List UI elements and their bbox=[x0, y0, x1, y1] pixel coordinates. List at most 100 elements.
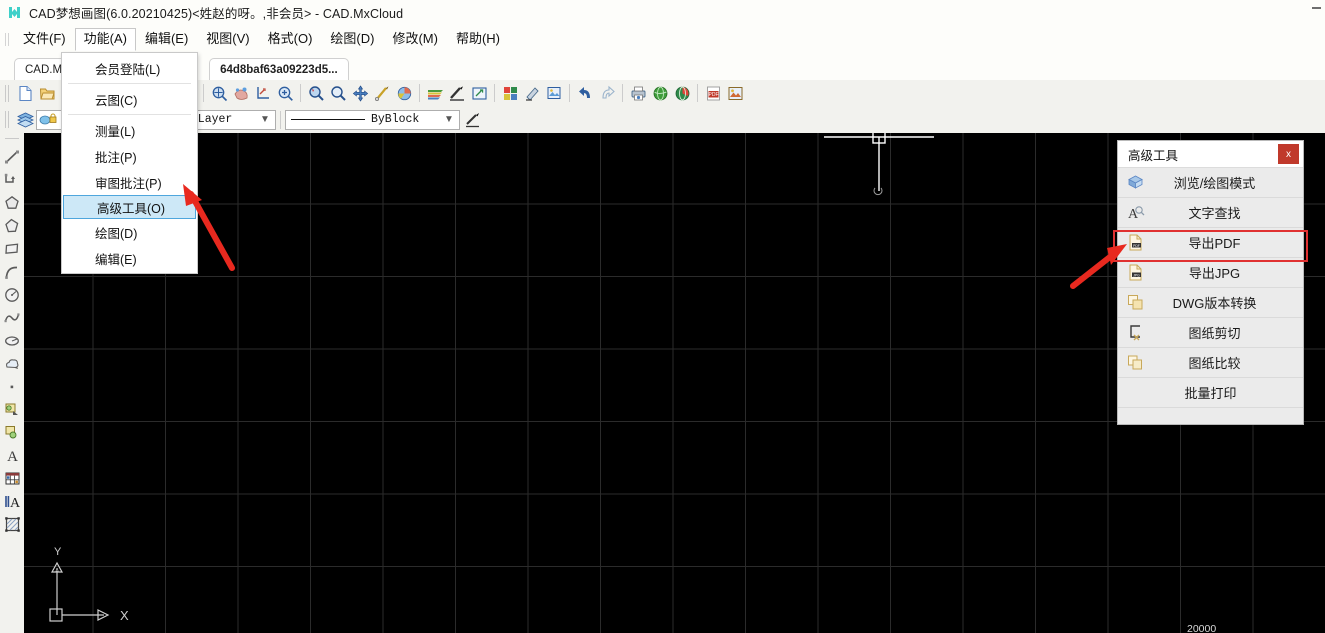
adv-item-export-jpg[interactable]: JPG 导出JPG bbox=[1118, 258, 1303, 288]
rectangle-icon[interactable] bbox=[1, 237, 23, 260]
menubar-grip[interactable] bbox=[3, 32, 12, 47]
zoom-in-box-icon[interactable] bbox=[274, 82, 296, 104]
globe-red-icon[interactable] bbox=[671, 82, 693, 104]
adv-item-browse-mode[interactable]: 浏览/绘图模式 bbox=[1118, 168, 1303, 198]
toolbar-separator bbox=[419, 84, 420, 102]
image-icon[interactable] bbox=[543, 82, 565, 104]
spline-icon[interactable] bbox=[1, 306, 23, 329]
toolbar-separator bbox=[280, 111, 281, 129]
menu-view[interactable]: 视图(V) bbox=[197, 28, 258, 50]
zoom-window-icon[interactable] bbox=[208, 82, 230, 104]
svg-text:PDF: PDF bbox=[708, 92, 718, 98]
draw-toolbar-grip[interactable] bbox=[4, 136, 20, 143]
menu-file[interactable]: 文件(F) bbox=[14, 28, 75, 50]
block-make-icon[interactable] bbox=[1, 421, 23, 444]
lineweight-icon[interactable] bbox=[462, 109, 484, 131]
zoom-scale-icon[interactable] bbox=[252, 82, 274, 104]
globe-green-icon[interactable] bbox=[649, 82, 671, 104]
open-file-icon[interactable] bbox=[36, 82, 58, 104]
adv-item-drawing-cut[interactable]: 图纸剪切 bbox=[1118, 318, 1303, 348]
menu-modify[interactable]: 修改(M) bbox=[383, 28, 447, 50]
menu-item-member-login[interactable]: 会员登陆(L) bbox=[62, 55, 197, 81]
menu-item-advanced-tools[interactable]: 高级工具(O) bbox=[63, 195, 196, 219]
redo-icon[interactable] bbox=[596, 82, 618, 104]
layer-icon[interactable] bbox=[424, 82, 446, 104]
circle-icon[interactable] bbox=[1, 283, 23, 306]
view-icon[interactable] bbox=[468, 82, 490, 104]
svg-text:X: X bbox=[120, 608, 129, 623]
render-icon[interactable] bbox=[393, 82, 415, 104]
line-icon[interactable] bbox=[1, 145, 23, 168]
hatch-icon[interactable] bbox=[1, 513, 23, 536]
window-minimize-button[interactable] bbox=[1312, 7, 1321, 9]
table-icon[interactable] bbox=[1, 467, 23, 490]
toolbar-grip-1[interactable] bbox=[3, 85, 11, 102]
polygon-icon[interactable] bbox=[1, 191, 23, 214]
menu-item-cloud-drawing[interactable]: 云图(C) bbox=[62, 86, 197, 112]
menu-function[interactable]: 功能(A) bbox=[75, 28, 136, 51]
new-file-icon[interactable] bbox=[14, 82, 36, 104]
block-icon[interactable] bbox=[499, 82, 521, 104]
undo-icon[interactable] bbox=[574, 82, 596, 104]
arc-icon[interactable] bbox=[1, 260, 23, 283]
svg-text:JPG: JPG bbox=[1133, 273, 1140, 277]
menu-item-draw[interactable]: 绘图(D) bbox=[62, 219, 197, 245]
adv-item-label: 图纸比较 bbox=[1152, 353, 1303, 372]
pan-icon[interactable] bbox=[349, 82, 371, 104]
advanced-tools-header: 高级工具 x bbox=[1118, 141, 1303, 168]
plot-icon[interactable] bbox=[627, 82, 649, 104]
adv-item-export-pdf[interactable]: PDF 导出PDF bbox=[1118, 228, 1303, 258]
adv-item-drawing-compare[interactable]: 图纸比较 bbox=[1118, 348, 1303, 378]
adv-item-label: DWG版本转换 bbox=[1152, 293, 1303, 312]
chevron-down-icon[interactable]: ▼ bbox=[441, 114, 457, 125]
mtext-icon[interactable]: A bbox=[1, 490, 23, 513]
linetype-combo[interactable]: ByBlock ▼ bbox=[285, 110, 460, 130]
export-pdf-tb-icon[interactable]: PDF bbox=[702, 82, 724, 104]
adv-item-dwg-convert[interactable]: DWG版本转换 bbox=[1118, 288, 1303, 318]
layer-state-icon[interactable] bbox=[36, 110, 62, 130]
browse-mode-icon bbox=[1118, 173, 1152, 192]
adv-item-batch-print[interactable]: 批量打印 bbox=[1118, 378, 1303, 408]
document-tab-2[interactable]: 64d8baf63a09223d5... bbox=[209, 58, 349, 80]
ellipse-icon[interactable] bbox=[1, 329, 23, 352]
chevron-down-icon[interactable]: ▼ bbox=[257, 114, 273, 125]
menu-item-measure[interactable]: 测量(L) bbox=[62, 117, 197, 143]
toolbar-separator bbox=[494, 84, 495, 102]
toolbar-separator bbox=[300, 84, 301, 102]
menu-item-review-annotation[interactable]: 审图批注(P) bbox=[62, 169, 197, 195]
advanced-tools-title: 高级工具 bbox=[1128, 145, 1178, 164]
menu-item-edit[interactable]: 编辑(E) bbox=[62, 245, 197, 271]
menu-edit[interactable]: 编辑(E) bbox=[136, 28, 197, 50]
menu-help[interactable]: 帮助(H) bbox=[447, 28, 509, 50]
point-icon[interactable] bbox=[1, 375, 23, 398]
adv-item-text-find[interactable]: A 文字查找 bbox=[1118, 198, 1303, 228]
menu-draw[interactable]: 绘图(D) bbox=[321, 28, 383, 50]
drawing-compare-icon bbox=[1118, 353, 1152, 372]
svg-text:∧: ∧ bbox=[54, 567, 59, 574]
polyline-icon[interactable] bbox=[1, 168, 23, 191]
zoom-realtime-icon[interactable] bbox=[305, 82, 327, 104]
document-tab-bar: CAD.M 64d8baf63a09223d5... bbox=[0, 53, 1325, 80]
toolbar-separator bbox=[569, 84, 570, 102]
erase-icon[interactable] bbox=[521, 82, 543, 104]
adv-item-label: 导出PDF bbox=[1152, 233, 1303, 252]
svg-text:PDF: PDF bbox=[1133, 244, 1140, 248]
zoom-previous-icon[interactable] bbox=[327, 82, 349, 104]
zoom-dynamic-icon[interactable] bbox=[230, 82, 252, 104]
text-icon[interactable]: A bbox=[1, 444, 23, 467]
measure-icon[interactable] bbox=[371, 82, 393, 104]
export-img-tb-icon[interactable] bbox=[724, 82, 746, 104]
cad-application-window: CAD梦想画图(6.0.20210425)<姓赵的呀。,非会员> - CAD.M… bbox=[0, 0, 1325, 633]
linetype-combo-value: ByBlock bbox=[371, 113, 419, 126]
block-insert-icon[interactable] bbox=[1, 398, 23, 421]
revcloud-icon[interactable] bbox=[1, 352, 23, 375]
draw-toolbar: A A bbox=[0, 133, 24, 633]
menu-format[interactable]: 格式(O) bbox=[259, 28, 322, 50]
layers-icon[interactable] bbox=[14, 109, 36, 131]
menu-separator bbox=[68, 83, 191, 84]
menu-item-annotation[interactable]: 批注(P) bbox=[62, 143, 197, 169]
close-icon[interactable]: x bbox=[1278, 144, 1299, 164]
linetype-icon[interactable] bbox=[446, 82, 468, 104]
toolbar-grip-2[interactable] bbox=[3, 111, 11, 128]
rectangle-rot-icon[interactable] bbox=[1, 214, 23, 237]
